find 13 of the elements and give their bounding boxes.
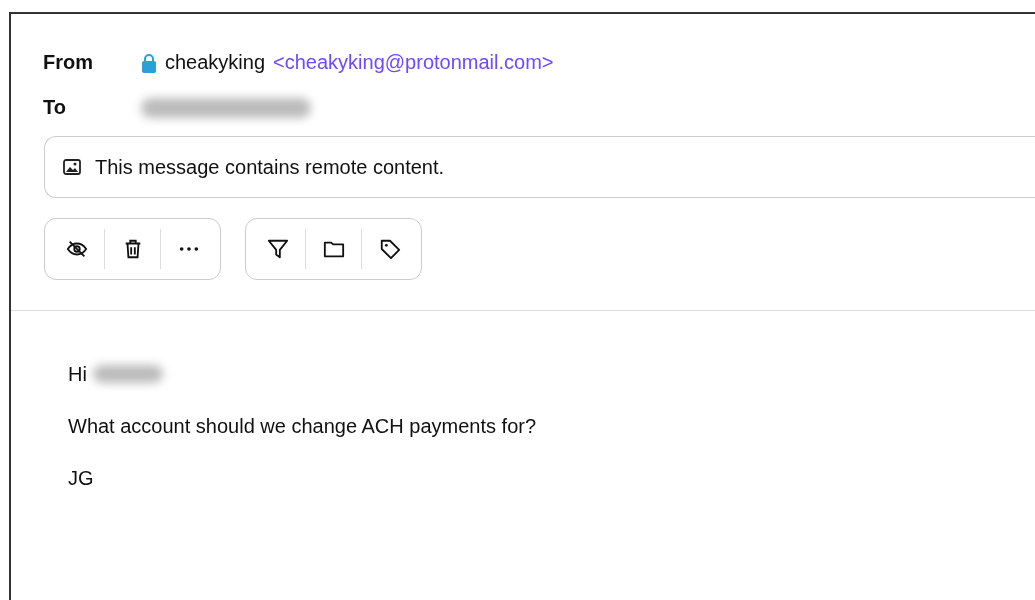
tag-icon bbox=[378, 238, 401, 260]
greeting-text: Hi bbox=[68, 362, 87, 386]
message-text: JG bbox=[68, 467, 95, 489]
sender-name: cheakyking bbox=[165, 51, 266, 74]
to-label: To bbox=[43, 96, 67, 119]
filter-icon bbox=[266, 238, 289, 260]
banner-text: This message contains remote content. bbox=[95, 155, 445, 179]
message-text: What account should we change ACH payments for? bbox=[68, 415, 538, 437]
sender-address[interactable]: <cheakyking@protonmail.com> bbox=[273, 51, 554, 74]
more-icon bbox=[177, 246, 200, 252]
eye-slash-icon bbox=[65, 238, 88, 260]
from-label: From bbox=[43, 51, 94, 74]
image-icon bbox=[63, 159, 81, 175]
